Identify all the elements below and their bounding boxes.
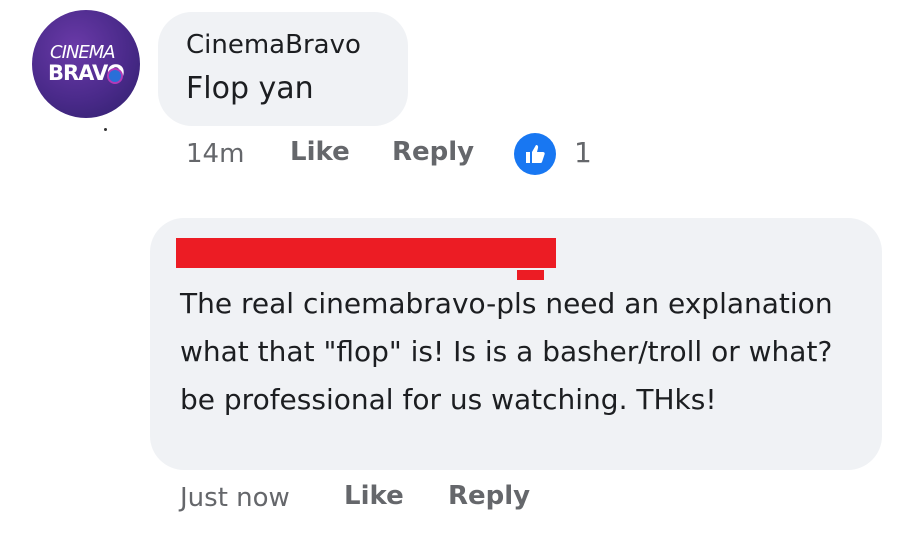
thumbs-up-icon[interactable]	[514, 133, 556, 175]
like-button[interactable]: Like	[290, 139, 350, 165]
redaction-mark	[517, 270, 544, 280]
comment-author[interactable]: CinemaBravo	[186, 32, 361, 58]
redacted-author-name	[176, 238, 556, 268]
decorative-dot	[104, 128, 107, 131]
avatar[interactable]: CINEMA BRAVO	[32, 10, 140, 118]
comment-text: The real cinemabravo-pls need an explana…	[180, 287, 842, 416]
logo-text-cinema: CINEMA	[50, 42, 116, 63]
reply-button[interactable]: Reply	[392, 139, 474, 165]
like-button[interactable]: Like	[344, 483, 404, 509]
reaction-count[interactable]: 1	[574, 139, 592, 167]
comment-text: Flop yan	[186, 71, 314, 106]
reply-button[interactable]: Reply	[448, 483, 530, 509]
comment-timestamp[interactable]: Just now	[180, 485, 290, 511]
comment-timestamp[interactable]: 14m	[186, 141, 244, 167]
camera-lens-icon	[107, 68, 123, 84]
